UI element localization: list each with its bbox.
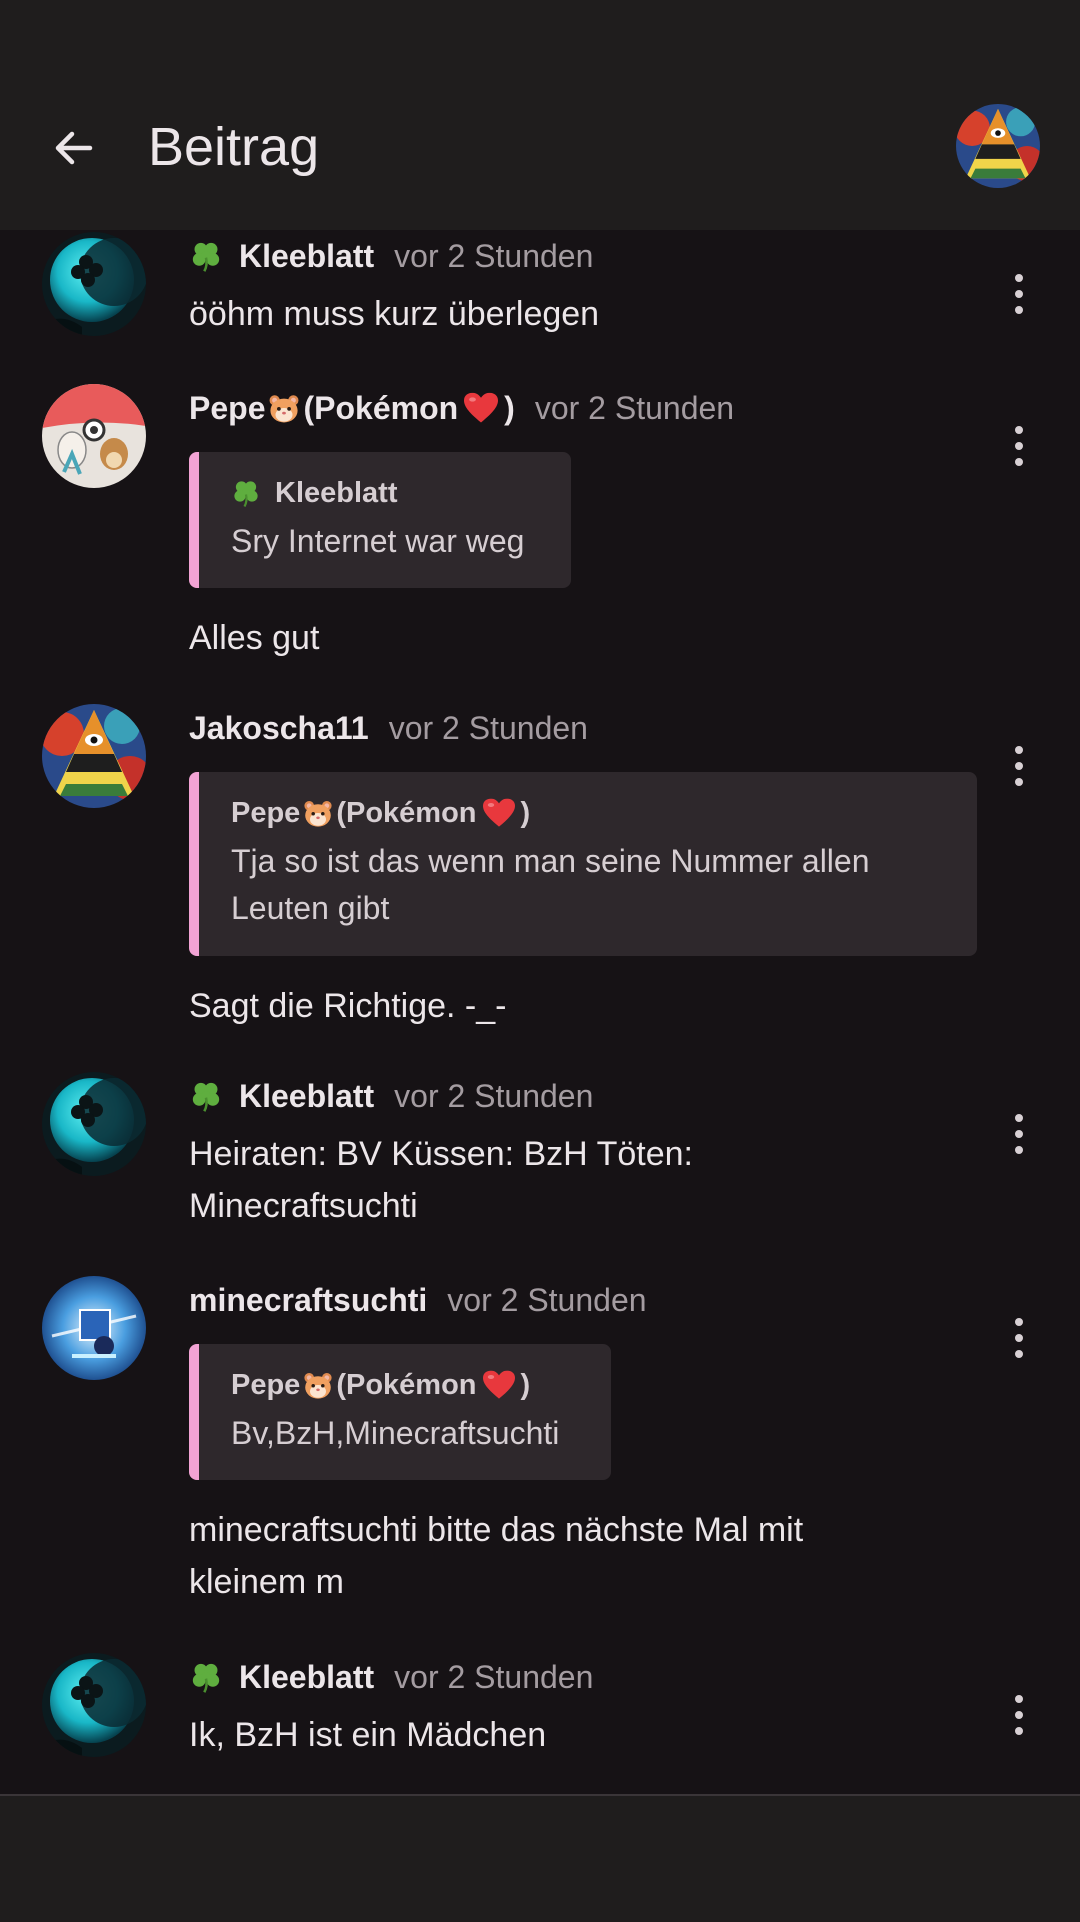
comment-author-suffix: (Pokémon <box>303 389 459 426</box>
comment-text: Alles gut <box>189 619 320 657</box>
quote-header: Pepe (Pokémon ) <box>231 1364 530 1406</box>
comment-time: vor 2 Stunden <box>534 389 735 426</box>
quote-author-end: ) <box>520 796 531 829</box>
comment-text: Heiraten: BV Küssen: BzH Töten: Minecraf… <box>189 1135 693 1225</box>
comment-item: Kleeblatt vor 2 Stunden Ik, BzH ist ein … <box>0 1651 1080 1781</box>
four-leaf-clover-icon <box>231 478 261 508</box>
avatar[interactable] <box>42 1072 146 1176</box>
avatar[interactable] <box>42 704 146 808</box>
quote-author: Pepe <box>231 1368 301 1401</box>
red-heart-emoji <box>483 1370 515 1400</box>
comment-text: Ik, BzH ist ein Mädchen <box>189 1716 547 1754</box>
comment-header: minecraftsuchti vor 2 Stunden <box>189 1278 647 1322</box>
comment-header: Kleeblatt vor 2 Stunden <box>189 1655 593 1699</box>
four-leaf-clover-icon <box>189 1079 223 1113</box>
comment-author[interactable]: Kleeblatt <box>239 238 374 275</box>
quote-text: Sry Internet war weg <box>231 523 525 559</box>
quote-author: Kleeblatt <box>275 476 398 509</box>
comment-header: Pepe (Pokémon ) vor 2 Stunden <box>189 386 734 430</box>
more-options-button[interactable] <box>1002 418 1036 474</box>
more-options-button[interactable] <box>1002 738 1036 794</box>
user-avatar[interactable] <box>956 104 1040 188</box>
quote-text: Bv,BzH,Minecraftsuchti <box>231 1415 560 1451</box>
avatar[interactable] <box>42 384 146 488</box>
comment-time: vor 2 Stunden <box>394 1077 594 1114</box>
comment-feed[interactable]: Kleeblatt vor 2 Stunden ööhm muss kurz ü… <box>0 230 1080 1795</box>
more-options-button[interactable] <box>1002 1106 1036 1162</box>
comment-author[interactable]: minecraftsuchti <box>189 1282 427 1319</box>
more-options-button[interactable] <box>1002 266 1036 322</box>
quoted-comment[interactable]: Pepe (Pokémon ) Tja so ist das wenn man … <box>189 772 977 956</box>
four-leaf-clover-icon <box>189 1660 223 1694</box>
hamster-emoji <box>267 391 301 425</box>
comment-text: ööhm muss kurz überlegen <box>189 295 600 333</box>
bottom-bar <box>0 1794 1080 1922</box>
comment-time: vor 2 Stunden <box>394 237 594 274</box>
comment-author[interactable]: Kleeblatt <box>239 1078 374 1115</box>
arrow-left-icon <box>55 131 93 165</box>
comment-time: vor 2 Stunden <box>394 1658 594 1695</box>
comment-text: Sagt die Richtige. -_- <box>189 987 507 1025</box>
quote-author-suffix: (Pokémon <box>336 1368 477 1401</box>
more-options-button[interactable] <box>1002 1687 1036 1743</box>
more-options-button[interactable] <box>1002 1310 1036 1366</box>
hamster-emoji <box>302 1369 334 1401</box>
comment-item: Jakoscha11 vor 2 Stunden Pepe (Pokémon )… <box>0 702 1080 1070</box>
comment-author-end: ) <box>504 389 515 426</box>
comment-text: minecraftsuchti bitte das nächste Mal mi… <box>189 1511 804 1601</box>
back-button[interactable] <box>42 116 106 180</box>
comment-header: Kleeblatt vor 2 Stunden <box>189 234 593 278</box>
quoted-comment[interactable]: Pepe (Pokémon ) Bv,BzH,Minecraftsuchti <box>189 1344 611 1480</box>
quote-text: Tja so ist das wenn man seine Nummer all… <box>231 843 870 926</box>
comment-item: Pepe (Pokémon ) vor 2 Stunden Kleeblatt … <box>0 382 1080 702</box>
comment-author[interactable]: Kleeblatt <box>239 1659 374 1696</box>
app-bar: Beitrag <box>0 72 1080 230</box>
avatar[interactable] <box>42 1653 146 1757</box>
comment-time: vor 2 Stunden <box>447 1281 647 1318</box>
quote-author-suffix: (Pokémon <box>336 796 477 829</box>
page-title: Beitrag <box>148 117 320 177</box>
comment-item: minecraftsuchti vor 2 Stunden Pepe (Poké… <box>0 1274 1080 1644</box>
avatar[interactable] <box>42 232 146 336</box>
quote-author: Pepe <box>231 796 301 829</box>
red-heart-emoji <box>464 392 498 424</box>
quote-header: Pepe (Pokémon ) <box>231 792 530 834</box>
quote-author-end: ) <box>520 1368 531 1401</box>
status-bar <box>0 0 1080 72</box>
avatar[interactable] <box>42 1276 146 1380</box>
red-heart-emoji <box>483 798 515 828</box>
quote-header: Kleeblatt <box>231 472 397 514</box>
comment-item: Kleeblatt vor 2 Stunden ööhm muss kurz ü… <box>0 230 1080 360</box>
quoted-comment[interactable]: Kleeblatt Sry Internet war weg <box>189 452 571 588</box>
four-leaf-clover-icon <box>189 239 223 273</box>
comment-time: vor 2 Stunden <box>388 709 588 746</box>
comment-author[interactable]: Jakoscha11 <box>189 710 369 747</box>
hamster-emoji <box>302 797 334 829</box>
comment-header: Jakoscha11 vor 2 Stunden <box>189 706 588 750</box>
comment-header: Kleeblatt vor 2 Stunden <box>189 1074 593 1118</box>
comment-item: Kleeblatt vor 2 Stunden Heiraten: BV Küs… <box>0 1070 1080 1274</box>
comment-author[interactable]: Pepe <box>189 390 265 427</box>
